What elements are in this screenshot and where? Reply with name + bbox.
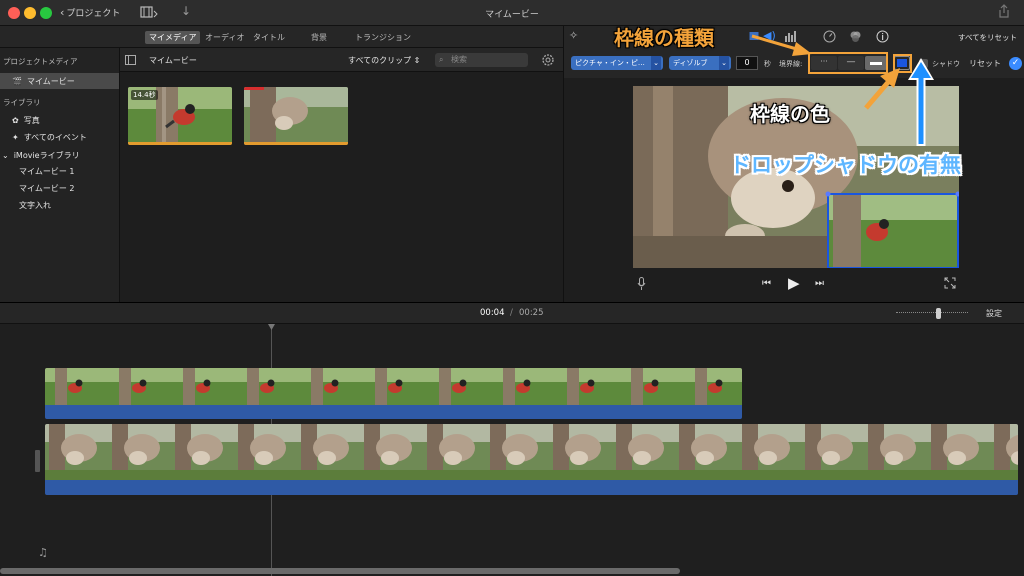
title-bar: ‹ プロジェクト ↓ マイムービー	[0, 0, 1024, 26]
clapperboard-icon: 🎬	[12, 76, 22, 86]
disclosure-chevron-icon: ⌄	[2, 150, 9, 160]
time-separator: /	[510, 308, 513, 318]
tab-audio[interactable]: オーディオ	[205, 32, 244, 43]
chevron-down-icon: ⌄	[651, 56, 661, 70]
library-heading: ライブラリ	[3, 98, 41, 107]
current-time: 00:04	[480, 308, 505, 318]
speed-gauge-icon[interactable]	[823, 30, 836, 43]
project-media-heading: プロジェクトメディア	[3, 57, 78, 66]
annotation-border-color: 枠線の色	[750, 102, 830, 126]
timeline-settings-button[interactable]: 設定	[986, 308, 1002, 319]
clip-duration-badge: 14.4秒	[131, 90, 158, 100]
tab-titles[interactable]: タイトル	[253, 32, 285, 43]
library-sidebar: プロジェクトメディア 🎬 マイムービー ライブラリ ✿ 写真 ✦ すべてのイベン…	[0, 48, 120, 302]
magic-wand-icon[interactable]: ✧	[569, 29, 578, 42]
gear-icon[interactable]	[541, 53, 555, 67]
annotation-border-type: 枠線の種類	[614, 26, 714, 50]
squirrel-filmstrip	[45, 424, 1018, 480]
reset-all-button[interactable]: すべてをリセット	[958, 32, 1017, 43]
horizontal-scrollbar[interactable]	[0, 568, 680, 574]
sidebar-item-all-events[interactable]: ✦ すべてのイベント	[0, 129, 119, 145]
fullscreen-icon[interactable]	[944, 277, 956, 289]
transition-select[interactable]: ディゾルブ ⌄	[669, 56, 731, 70]
share-icon[interactable]	[998, 4, 1010, 18]
media-search-input[interactable]: ⌕ 検索	[435, 53, 528, 67]
sidebar-item-my-movie[interactable]: 🎬 マイムービー	[0, 73, 119, 89]
sidebar-item-photos[interactable]: ✿ 写真	[0, 112, 119, 128]
playhead-marker-icon[interactable]	[268, 324, 275, 330]
music-note-icon[interactable]: ♫	[38, 546, 48, 559]
timeline-header: 00:04 / 00:25 設定	[0, 302, 1024, 324]
reset-button[interactable]: リセット	[969, 58, 1001, 69]
seconds-unit-label: 秒	[764, 60, 771, 68]
sidebar-item-text-insert[interactable]: 文字入れ	[19, 200, 51, 211]
search-placeholder: 検索	[451, 55, 467, 64]
chevron-down-icon: ⌄	[719, 56, 729, 70]
tab-my-media[interactable]: マイメディア	[145, 31, 201, 44]
star-icon: ✦	[12, 132, 19, 142]
info-icon[interactable]	[876, 30, 889, 43]
overlay-clip-bird[interactable]	[45, 368, 742, 419]
sidebar-item-movie-2[interactable]: マイムービー 2	[19, 183, 74, 194]
browser-tab-bar: マイメディア オーディオ タイトル 背景 トランジション	[0, 26, 563, 48]
clip-thumbnail-squirrel[interactable]	[244, 87, 348, 145]
annotation-arrow-border-color	[864, 68, 900, 110]
sidebar-item-imovie-library[interactable]: ⌄ iMovieライブラリ	[0, 147, 119, 163]
shadow-label: シャドウ	[932, 60, 960, 68]
annotation-arrow-border-type	[751, 34, 812, 56]
clip-filter-label: すべてのクリップ	[348, 56, 412, 65]
search-icon: ⌕	[439, 55, 444, 64]
overlay-mode-value: ピクチャ・イン・ピ…	[575, 59, 645, 67]
microphone-icon[interactable]	[637, 277, 646, 291]
skip-back-icon[interactable]: ⏮	[762, 278, 771, 289]
sidebar-item-label: iMovieライブラリ	[13, 150, 80, 160]
total-time: 00:25	[519, 308, 544, 318]
annotation-drop-shadow: ドロップシャドウの有無	[730, 153, 961, 177]
tab-transitions[interactable]: トランジション	[355, 32, 411, 43]
squirrel-clip-image	[244, 87, 348, 145]
photos-icon: ✿	[12, 115, 19, 125]
overlay-mode-select[interactable]: ピクチャ・イン・ピ… ⌄	[571, 56, 663, 70]
media-browser-header: マイムービー すべてのクリップ ⇕ ⌕ 検索	[120, 48, 563, 72]
color-filter-icon[interactable]	[849, 30, 862, 43]
up-down-chevron-icon: ⇕	[413, 56, 421, 65]
media-browser: 14.4秒	[120, 72, 563, 302]
bird-filmstrip	[45, 368, 742, 405]
apply-check-icon[interactable]: ✓	[1009, 57, 1022, 70]
sidebar-item-label: 写真	[23, 115, 40, 125]
zoom-slider-knob[interactable]	[936, 308, 942, 319]
tab-backgrounds[interactable]: 背景	[311, 32, 327, 43]
clip-filter-select[interactable]: すべてのクリップ ⇕	[348, 55, 420, 66]
zoom-slider[interactable]	[896, 308, 968, 319]
clip-trim-handle[interactable]	[35, 450, 40, 472]
media-title: マイムービー	[149, 56, 197, 65]
sidebar-item-movie-1[interactable]: マイムービー 1	[19, 166, 74, 177]
sidebar-item-label: すべてのイベント	[23, 132, 87, 142]
skip-forward-icon[interactable]: ⏭	[815, 278, 824, 289]
clip-thumbnail-bird[interactable]: 14.4秒	[128, 87, 232, 145]
sidebar-toggle-icon[interactable]	[125, 55, 136, 65]
annotation-arrow-shadow	[908, 58, 934, 146]
main-audio-strip	[45, 480, 1018, 495]
window-title: マイムービー	[485, 10, 539, 20]
sidebar-item-label: マイムービー	[26, 76, 75, 86]
play-icon[interactable]: ▶	[788, 274, 800, 292]
main-clip-squirrel[interactable]	[45, 424, 1018, 495]
border-label: 境界線:	[779, 60, 803, 68]
overlay-audio-strip	[45, 405, 742, 419]
transition-value: ディゾルブ	[673, 59, 708, 67]
timeline-area: ♫	[0, 324, 1024, 576]
